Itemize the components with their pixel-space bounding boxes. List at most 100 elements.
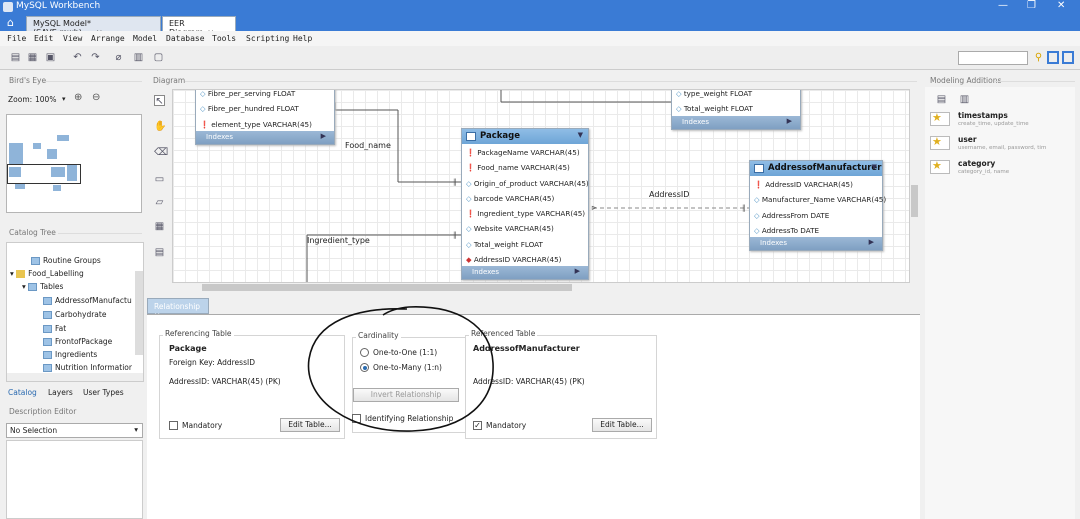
entity-header[interactable]: Package ▼ [462,129,588,144]
entity-column[interactable]: ❗ AddressID VARCHAR(45) [750,176,882,191]
tree-item-table[interactable]: Nutrition Informatior [43,363,132,372]
canvas-horizontal-scrollbar[interactable] [172,283,910,292]
page-icon[interactable]: ▢ [153,52,164,63]
snippet-list-icon[interactable]: ▥ [959,94,970,105]
entity-column[interactable]: ❗ Ingredient_type VARCHAR(45) [462,205,588,220]
new-document-icon[interactable]: ▤ [10,52,21,63]
tree-item-tables[interactable]: ▾ Tables [22,282,63,291]
tree-item-table[interactable]: Ingredients [43,350,97,359]
entity-column[interactable]: ◇ Manufacturer_Name VARCHAR(45) [750,191,886,206]
description-area[interactable] [6,440,143,519]
entity-indexes[interactable]: Indexes ▶ [462,266,588,280]
entity-column[interactable]: ◇ Origin_of_product VARCHAR(45) [462,175,589,190]
open-folder-icon[interactable]: ▦ [27,52,38,63]
menu-model[interactable]: Model [133,34,157,43]
relationship-label-food-name[interactable]: Food_name [345,141,391,150]
close-icon[interactable]: ✕ [1057,0,1065,11]
image-icon[interactable]: ▦ [154,221,165,232]
entity-column[interactable]: ◇ Total_weight FLOAT [672,100,800,115]
tab-catalog[interactable]: Catalog [8,388,37,397]
referenced-edit-table-button[interactable]: Edit Table... [592,418,652,432]
save-icon[interactable]: ▣ [45,52,56,63]
tab-user-types[interactable]: User Types [83,388,124,397]
entity-indexes[interactable]: Indexes ▶ [672,115,800,129]
relationship-label-ingredient-type[interactable]: Ingredient_type [307,236,370,245]
collapse-icon[interactable]: ▼ [872,163,877,171]
minimize-icon[interactable]: — [998,0,1008,11]
diagram-canvas[interactable]: ‖ ‖ ‖ ⊳ ‖ Food_name Ingredient_type Addr… [172,89,910,283]
snippet-category-name[interactable]: category [958,159,995,168]
entity-column[interactable]: ◇ Fibre_per_serving FLOAT [196,90,334,100]
zoom-in-icon[interactable]: ⊕ [74,92,82,103]
entity-column[interactable]: ❗ element_type VARCHAR(45) [196,116,334,131]
tree-horizontal-scrollbar[interactable] [7,373,143,381]
collapse-icon[interactable]: ▼ [578,131,583,139]
home-icon[interactable]: ⌂ [7,16,14,29]
tree-item-table[interactable]: FrontofPackage [43,337,112,346]
tree-item-table[interactable]: Carbohydrate [43,310,106,319]
zoom-value[interactable]: 100% [35,95,56,104]
align-icon[interactable]: ▥ [133,52,144,63]
entity-column[interactable]: ◇ Total_weight FLOAT [462,236,588,251]
toggle-grid-icon[interactable]: ⌀ [113,52,124,63]
search-input[interactable] [958,51,1028,65]
note-icon[interactable]: ▱ [154,197,165,208]
relationship-label-address-id[interactable]: AddressID [649,190,689,199]
entity-indexes[interactable]: Indexes ▶ [196,130,334,144]
entity-column[interactable]: ◇ AddressFrom DATE [750,207,882,222]
search-icon[interactable]: ⚲ [1033,52,1044,63]
table-tool-icon[interactable]: ▤ [154,247,165,258]
entity-column[interactable]: ◇ Fibre_per_hundred FLOAT [196,100,334,115]
menu-view[interactable]: View [63,34,82,43]
pointer-icon[interactable]: ↖ [154,95,165,107]
snippet-folder-icon[interactable]: ▤ [936,94,947,105]
menu-database[interactable]: Database [166,34,205,43]
tab-layers[interactable]: Layers [48,388,73,397]
entity-column[interactable]: ◇ type_weight FLOAT [672,90,800,100]
hand-icon[interactable]: ✋ [154,121,166,132]
entity-column[interactable]: ◆ AddressID VARCHAR(45) [462,251,588,266]
catalog-tree[interactable]: Routine Groups ▾ Food_Labelling ▾ Tables… [6,242,144,382]
scrollbar-thumb[interactable] [911,185,918,217]
tree-item-schema[interactable]: ▾ Food_Labelling [10,269,84,278]
layer-icon[interactable]: ▭ [154,174,165,185]
menu-tools[interactable]: Tools [212,34,236,43]
description-select[interactable]: No Selection ▾ [6,423,143,438]
tree-scrollbar[interactable] [135,271,143,355]
entity-header[interactable]: AddressofManufacturer ▼ [750,161,882,176]
tree-item-table[interactable]: AddressofManufactu [43,296,132,305]
snippet-user-name[interactable]: user [958,135,977,144]
menu-edit[interactable]: Edit [34,34,53,43]
entity-address-of-manufacturer[interactable]: AddressofManufacturer ▼ ❗ AddressID VARCH… [749,160,886,252]
referencing-mandatory-checkbox[interactable] [169,421,178,430]
viewport-rectangle[interactable] [7,164,81,184]
entity-column[interactable]: ❗ PackageName VARCHAR(45) [462,144,588,159]
tree-item-routine-groups[interactable]: Routine Groups [31,256,101,265]
menu-scripting[interactable]: Scripting [246,34,289,43]
tab-model[interactable]: MySQL Model* (SAVE.mwb)× [26,16,161,37]
undo-icon[interactable]: ↶ [72,52,83,63]
redo-icon[interactable]: ↷ [90,52,101,63]
canvas-vertical-scrollbar[interactable] [910,89,919,283]
entity-top-right[interactable]: ◇ type_weight FLOAT ◇ Total_weight FLOAT… [671,90,801,130]
scrollbar-thumb[interactable] [202,284,572,291]
entity-top-left[interactable]: ◇ Fibre_per_serving FLOAT ◇ Fibre_per_hu… [195,90,335,145]
eraser-icon[interactable]: ⌫ [154,147,168,158]
tab-relationship[interactable]: Relationship × [147,298,209,320]
entity-column[interactable]: ◇ Website VARCHAR(45) [462,220,588,235]
tab-eer-diagram[interactable]: EER Diagram× [162,16,236,37]
entity-indexes[interactable]: Indexes ▶ [750,237,882,251]
birds-eye-view[interactable] [6,114,142,213]
menu-file[interactable]: File [7,34,26,43]
menu-help[interactable]: Help [293,34,312,43]
menu-arrange[interactable]: Arrange [91,34,125,43]
zoom-out-icon[interactable]: ⊖ [92,92,100,103]
chevron-down-icon[interactable]: ▾ [62,95,66,103]
layout-right-icon[interactable] [1062,51,1074,64]
snippet-timestamps-name[interactable]: timestamps [958,111,1008,120]
maximize-icon[interactable]: ❐ [1027,0,1036,11]
entity-column[interactable]: ❗ Food_name VARCHAR(45) [462,159,588,174]
entity-package[interactable]: Package ▼ ❗ PackageName VARCHAR(45) ❗ Foo… [461,128,589,281]
layout-left-icon[interactable] [1047,51,1059,64]
entity-column[interactable]: ◇ barcode VARCHAR(45) [462,190,588,205]
